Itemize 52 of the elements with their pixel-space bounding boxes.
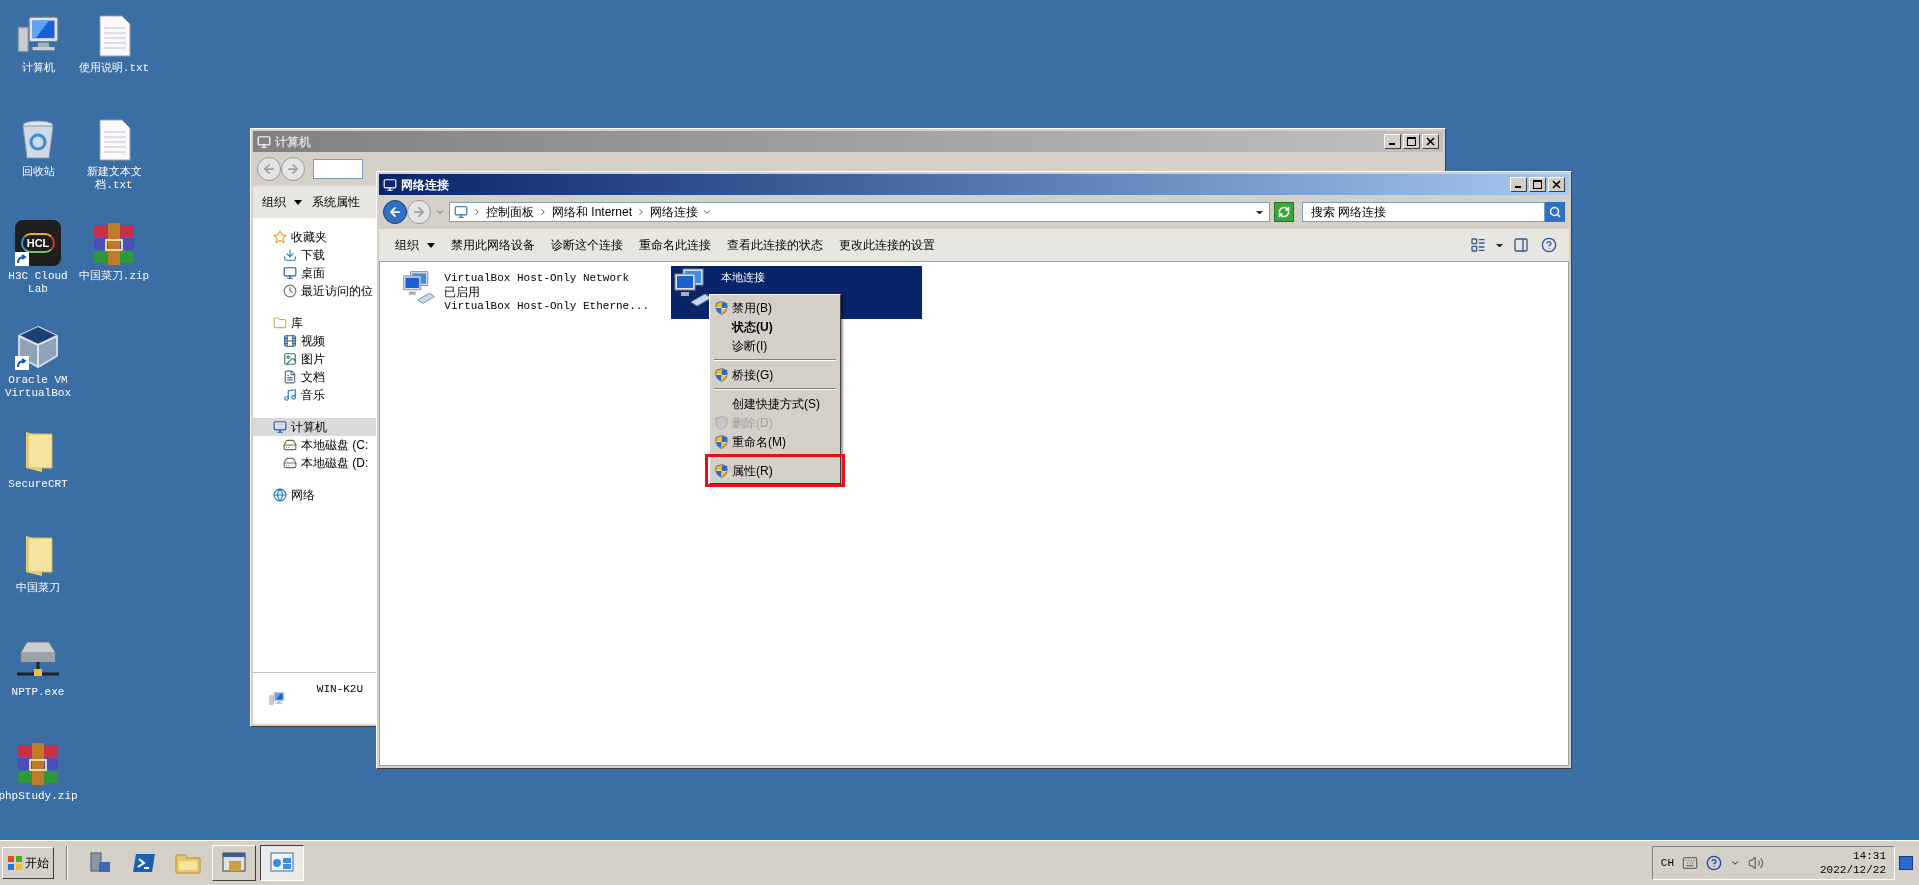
toolbar-button[interactable]: 查看此连接的状态 — [719, 233, 831, 257]
nav-tree-item[interactable]: 本地磁盘 (C: — [253, 436, 378, 454]
toolbar-button[interactable]: 组织 — [257, 190, 307, 214]
nav-tree-item[interactable]: 最近访问的位 — [253, 282, 378, 300]
nav-tree-item[interactable]: 库 — [253, 314, 378, 332]
menu-item[interactable]: 创建快捷方式(S) — [712, 394, 838, 413]
desktop-icon-label[interactable]: phpStudy.zip — [0, 790, 80, 803]
nav-tree-item[interactable]: 本地磁盘 (D: — [253, 454, 378, 472]
desktop-icon-label[interactable]: NPTP.exe — [0, 686, 80, 699]
nav-tree-item[interactable]: 计算机 — [253, 418, 378, 436]
breadcrumb-item[interactable]: 控制面板 — [486, 203, 534, 221]
desktop-icon-label[interactable]: 中国菜刀 — [0, 582, 80, 595]
menu-item[interactable]: 状态(U) — [712, 317, 838, 336]
start-button[interactable]: 开始 — [2, 847, 54, 879]
address-field[interactable]: 控制面板 网络和 Internet 网络连接 — [449, 202, 1270, 222]
nav-tree-item[interactable]: 图片 — [253, 350, 378, 368]
title-bar[interactable]: 网络连接 — [379, 174, 1569, 195]
menu-item[interactable]: 诊断(I) — [712, 336, 838, 355]
menu-item[interactable]: 重命名(M) — [712, 432, 838, 451]
toolbar-button[interactable]: 更改此连接的设置 — [831, 233, 943, 257]
toolbar-button[interactable]: 系统属性 — [307, 190, 365, 214]
connection-item[interactable]: VirtualBox Host-Only Network 已启用 VirtualBox Host-Only Etherne... — [400, 266, 651, 319]
toolbar-button[interactable]: 诊断这个连接 — [543, 233, 631, 257]
nav-tree-item[interactable]: 收藏夹 — [253, 228, 378, 246]
nav-tree-item[interactable]: 网络 — [253, 486, 378, 504]
connection-status: 已启用 — [444, 285, 482, 299]
breadcrumb-item[interactable]: 网络和 Internet — [552, 203, 633, 221]
desktop-icon-label[interactable]: Oracle VM VirtualBox — [0, 374, 80, 400]
connection-name: VirtualBox Host-Only Network — [444, 271, 631, 285]
toolbar-button[interactable]: 组织 — [387, 233, 443, 257]
menu-item[interactable]: 禁用(B) — [712, 298, 838, 317]
clock-time[interactable]: 14:31 — [1853, 849, 1886, 863]
menu-item[interactable]: 属性(R) — [712, 461, 838, 480]
desktop-icon-label[interactable]: SecureCRT — [0, 478, 80, 491]
clock-date[interactable]: 2022/12/22 — [1820, 863, 1886, 877]
language-indicator[interactable]: CH — [1660, 854, 1674, 872]
connection-device: VirtualBox Host-Only Etherne... — [444, 299, 649, 313]
nav-tree-item[interactable]: 文档 — [253, 368, 378, 386]
connection-name: 本地连接 — [721, 271, 765, 285]
nav-tree-item[interactable]: 下载 — [253, 246, 378, 264]
menu-item[interactable]: 桥接(G) — [712, 365, 838, 384]
window-title: 计算机 — [275, 133, 311, 151]
nav-tree-item[interactable]: 视频 — [253, 332, 378, 350]
nav-tree-item[interactable]: 音乐 — [253, 386, 378, 404]
toolbar-button[interactable]: 重命名此连接 — [631, 233, 719, 257]
app-logo: HCL — [15, 220, 61, 266]
toolbar-button[interactable]: 禁用此网络设备 — [443, 233, 543, 257]
computer-name: WIN-K2U — [316, 682, 363, 697]
search-field[interactable]: 搜索 网络连接 — [1302, 202, 1545, 222]
nav-tree-item[interactable]: 桌面 — [253, 264, 378, 282]
window-title: 网络连接 — [401, 176, 449, 194]
breadcrumb-item[interactable]: 网络连接 — [650, 203, 699, 221]
